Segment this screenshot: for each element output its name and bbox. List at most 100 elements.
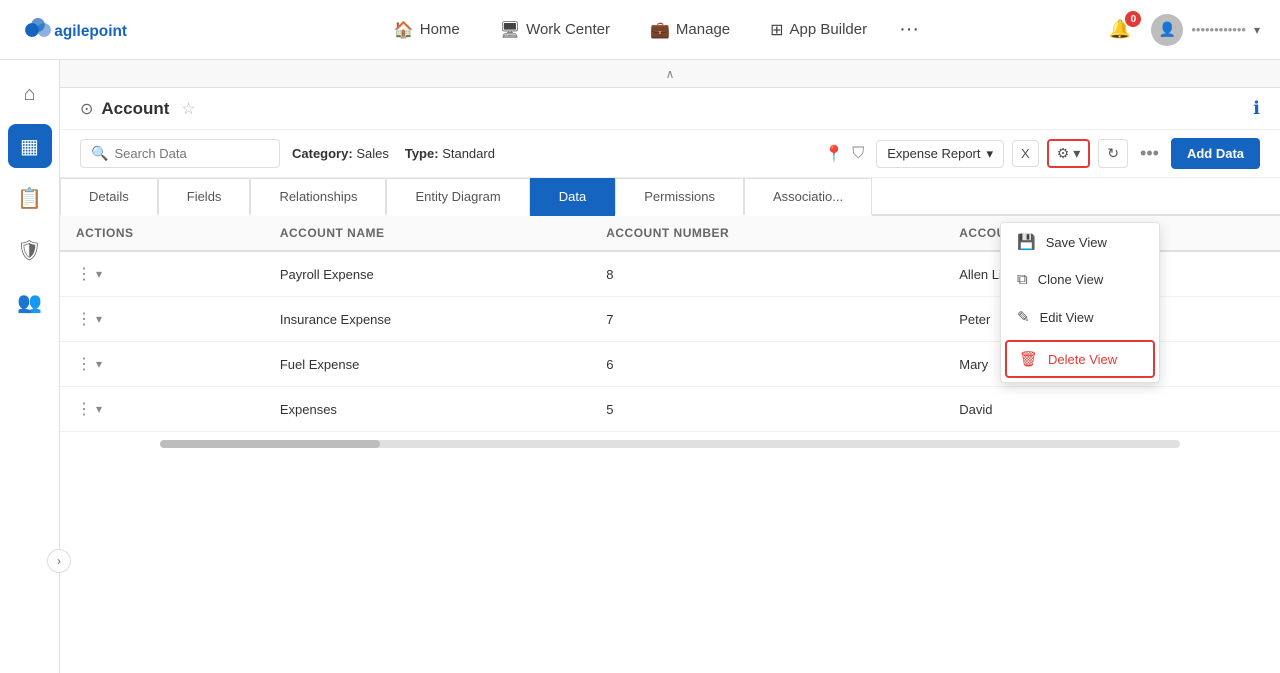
clone-view-label: Clone View [1038,272,1104,287]
tabs: Details Fields Relationships Entity Diag… [60,178,1280,216]
delete-icon: 🗑 [1019,350,1038,368]
search-box: 🔍 [80,139,280,168]
collapse-bar[interactable]: ∧ [60,60,1280,88]
row-actions: ⋮ ▾ [60,297,264,342]
view-name: Expense Report [887,146,980,161]
tab-relationships[interactable]: Relationships [250,178,386,216]
row-account-number: 8 [590,251,943,297]
category-filter: Category: Sales [288,146,393,161]
sidebar-item-home[interactable]: ⌂ [8,72,52,116]
sidebar-item-data[interactable]: ▦ [8,124,52,168]
type-value: Standard [442,146,495,161]
sidebar-item-shield[interactable]: 🛡 [8,228,52,272]
row-dots-button[interactable]: ⋮ [76,264,92,284]
filter-icon[interactable]: ⛉ [852,145,864,163]
row-expand-button[interactable]: ▾ [96,312,102,326]
main-nav: 🏠 Home 🖥 Work Center 💼 Manage ⊞ App Buil… [200,12,1105,48]
nav-home-label: Home [420,21,460,38]
row-account-name: Insurance Expense [264,297,590,342]
monitor-icon: 🖥 [500,20,520,40]
page-title: Account [101,99,169,119]
layout: ⌂ ▦ 📋 🛡 👥 › ∧ ⊙ Account ☆ ℹ [0,60,1280,673]
clone-icon: ⧉ [1017,271,1028,288]
save-view-label: Save View [1046,235,1107,250]
nav-right: 🔔 0 👤 •••••••••••• ▾ [1105,14,1260,46]
chevron-right-icon: › [57,554,61,568]
notification-button[interactable]: 🔔 0 [1105,15,1135,44]
nav-more-button[interactable]: ··· [891,14,927,45]
tab-permissions[interactable]: Permissions [615,178,744,216]
delete-view-label: Delete View [1048,352,1117,367]
search-input[interactable] [114,146,254,161]
tab-details[interactable]: Details [60,178,158,216]
table-row: ⋮ ▾ Expenses 5 David [60,387,1280,432]
tab-associations[interactable]: Associatio... [744,178,872,216]
search-icon: 🔍 [91,145,108,162]
sidebar: ⌂ ▦ 📋 🛡 👥 › [0,60,60,673]
info-icon[interactable]: ℹ [1253,98,1260,119]
sidebar-expand-button[interactable]: › [47,549,71,573]
nav-work-center[interactable]: 🖥 Work Center [484,12,626,48]
row-actions: ⋮ ▾ [60,251,264,297]
svg-text:agilepoint: agilepoint [54,23,127,40]
row-account-number: 5 [590,387,943,432]
row-dots-button[interactable]: ⋮ [76,354,92,374]
favorite-icon[interactable]: ☆ [181,99,195,119]
nav-manage[interactable]: 💼 Manage [634,12,746,48]
shield-sidebar-icon: 🛡 [17,238,42,263]
dropdown-save-view[interactable]: 💾 Save View [1001,223,1159,261]
nav-app-builder[interactable]: ⊞ App Builder [754,12,883,48]
top-nav: agilepoint 🏠 Home 🖥 Work Center 💼 Manage… [0,0,1280,60]
main-content: ∧ ⊙ Account ☆ ℹ 🔍 Category: Sales Type: … [60,60,1280,673]
refresh-button[interactable]: ↻ [1098,139,1128,168]
user-name: •••••••••••• [1191,22,1246,37]
col-header-account-name: Account Name [264,216,590,251]
horizontal-scrollbar[interactable] [160,440,1180,448]
type-label: Type: [405,146,439,161]
nav-app-builder-label: App Builder [790,21,868,38]
edit-icon: ✎ [1017,308,1030,326]
users-sidebar-icon: 👥 [17,290,42,315]
nav-home[interactable]: 🏠 Home [378,12,476,48]
row-account-name: Fuel Expense [264,342,590,387]
row-account-name: Payroll Expense [264,251,590,297]
add-data-button[interactable]: Add Data [1171,138,1260,169]
chevron-down-icon: ▾ [1254,23,1260,37]
edit-view-label: Edit View [1040,310,1094,325]
nav-work-center-label: Work Center [526,21,610,38]
row-dots-button[interactable]: ⋮ [76,399,92,419]
row-dots-button[interactable]: ⋮ [76,309,92,329]
row-account-number: 7 [590,297,943,342]
sidebar-item-reports[interactable]: 📋 [8,176,52,220]
row-actions: ⋮ ▾ [60,342,264,387]
row-expand-button[interactable]: ▾ [96,402,102,416]
col-header-actions: ACTIONS [60,216,264,251]
tab-entity-diagram[interactable]: Entity Diagram [386,178,529,216]
tab-fields[interactable]: Fields [158,178,251,216]
dropdown-clone-view[interactable]: ⧉ Clone View [1001,261,1159,298]
back-button[interactable]: ⊙ [80,99,93,119]
row-expand-button[interactable]: ▾ [96,357,102,371]
category-value: Sales [356,146,389,161]
col-header-account-number: Account Number [590,216,943,251]
briefcase-icon: 💼 [650,20,670,40]
sidebar-item-users[interactable]: 👥 [8,280,52,324]
location-icon[interactable]: 📍 [824,144,844,164]
tab-data[interactable]: Data [530,178,615,216]
row-expand-button[interactable]: ▾ [96,267,102,281]
settings-button[interactable]: ⚙ ▾ [1047,139,1091,168]
view-selector[interactable]: Expense Report ▾ [876,140,1004,168]
page-header: ⊙ Account ☆ ℹ [60,88,1280,130]
dropdown-delete-view[interactable]: 🗑 Delete View [1005,340,1155,378]
row-account-number: 6 [590,342,943,387]
row-actions: ⋮ ▾ [60,387,264,432]
dropdown-edit-view[interactable]: ✎ Edit View [1001,298,1159,336]
avatar: 👤 [1151,14,1183,46]
view-dropdown-chevron: ▾ [987,146,994,162]
excel-button[interactable]: X [1012,140,1039,167]
dropdown-menu: 💾 Save View ⧉ Clone View ✎ Edit View 🗑 D… [1000,222,1160,383]
row-account-name: Expenses [264,387,590,432]
scrollbar-thumb[interactable] [160,440,380,448]
more-options-button[interactable]: ••• [1136,143,1163,164]
user-menu[interactable]: 👤 •••••••••••• ▾ [1151,14,1260,46]
